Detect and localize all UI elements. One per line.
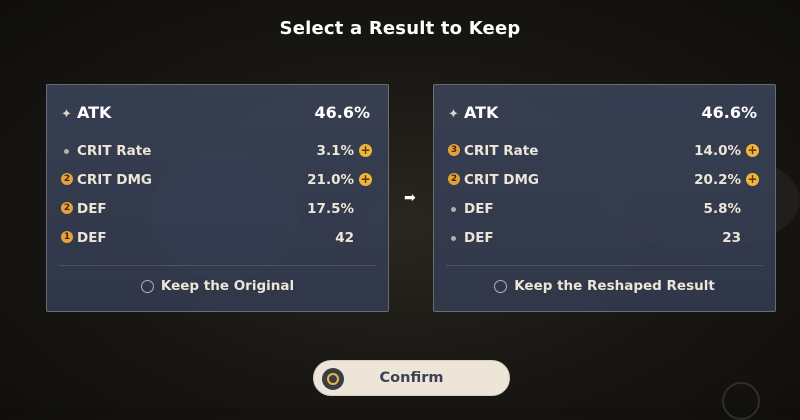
dialog-title: Select a Result to Keep [279,18,521,39]
radio-icon[interactable] [494,280,508,293]
roll-count-badge: 2 [61,173,73,185]
substat-list: CRIT Rate 3.1% + 2 CRIT DMG 21.0% + 2 DE… [61,143,372,259]
corner-decoration-icon [722,382,760,420]
reshaped-result-panel[interactable]: ✦ ATK 46.6% 3 CRIT Rate 14.0% + 2 CRIT DM… [433,84,776,312]
keep-reshaped-label: Keep the Reshaped Result [514,278,715,294]
substat-row: CRIT Rate 3.1% + [61,143,372,172]
substat-name: CRIT Rate [77,143,152,159]
substat-value: 17.5% [307,201,354,217]
main-stat-name: ATK [77,103,112,122]
substat-row: DEF 5.8% [448,201,759,230]
arrow-right-icon: ➡ [404,190,416,206]
substat-name: CRIT DMG [77,172,152,188]
substat-value: 21.0% [307,172,354,188]
keep-original-label: Keep the Original [160,278,295,294]
substat-name: CRIT DMG [464,172,539,188]
plus-icon: + [746,143,759,157]
substat-name: DEF [464,201,494,217]
original-result-panel[interactable]: ✦ ATK 46.6% CRIT Rate 3.1% + 2 CRIT DMG 2… [46,84,389,312]
main-stat: ✦ ATK 46.6% [448,103,761,127]
substat-row: DEF 23 [448,230,759,259]
confirm-button[interactable]: Confirm [313,360,510,396]
plus-icon: + [359,143,372,157]
substat-row: 3 CRIT Rate 14.0% + [448,143,759,172]
roll-count-badge: 2 [61,202,73,214]
main-stat-value: 46.6% [701,103,757,122]
substat-value: 3.1% [316,143,354,159]
main-stat-value: 46.6% [314,103,370,122]
radio-icon[interactable] [140,280,154,293]
plus-icon: + [359,172,372,186]
divider [446,265,763,266]
substat-value: 5.8% [703,201,741,217]
substat-row: 2 CRIT DMG 20.2% + [448,172,759,201]
roll-count-badge: 3 [448,144,460,156]
dot-icon [451,236,456,241]
keep-reshaped-option[interactable]: Keep the Reshaped Result [434,278,775,294]
substat-row: 1 DEF 42 [61,230,372,259]
substat-value: 20.2% [694,172,741,188]
substat-row: 2 DEF 17.5% [61,201,372,230]
main-stat-name: ATK [464,103,499,122]
substat-name: DEF [464,230,494,246]
main-stat: ✦ ATK 46.6% [61,103,374,127]
star-icon: ✦ [61,107,72,122]
dot-icon [451,207,456,212]
substat-row: 2 CRIT DMG 21.0% + [61,172,372,201]
substat-value: 23 [722,230,741,246]
roll-count-badge: 1 [61,231,73,243]
divider [59,265,376,266]
substat-list: 3 CRIT Rate 14.0% + 2 CRIT DMG 20.2% + D… [448,143,759,259]
substat-value: 42 [335,230,354,246]
star-icon: ✦ [448,107,459,122]
keep-original-option[interactable]: Keep the Original [47,278,388,294]
roll-count-badge: 2 [448,173,460,185]
confirm-label: Confirm [379,370,444,386]
dot-icon [64,149,69,154]
substat-name: CRIT Rate [464,143,539,159]
substat-name: DEF [77,230,107,246]
substat-name: DEF [77,201,107,217]
substat-value: 14.0% [694,143,741,159]
plus-icon: + [746,172,759,186]
